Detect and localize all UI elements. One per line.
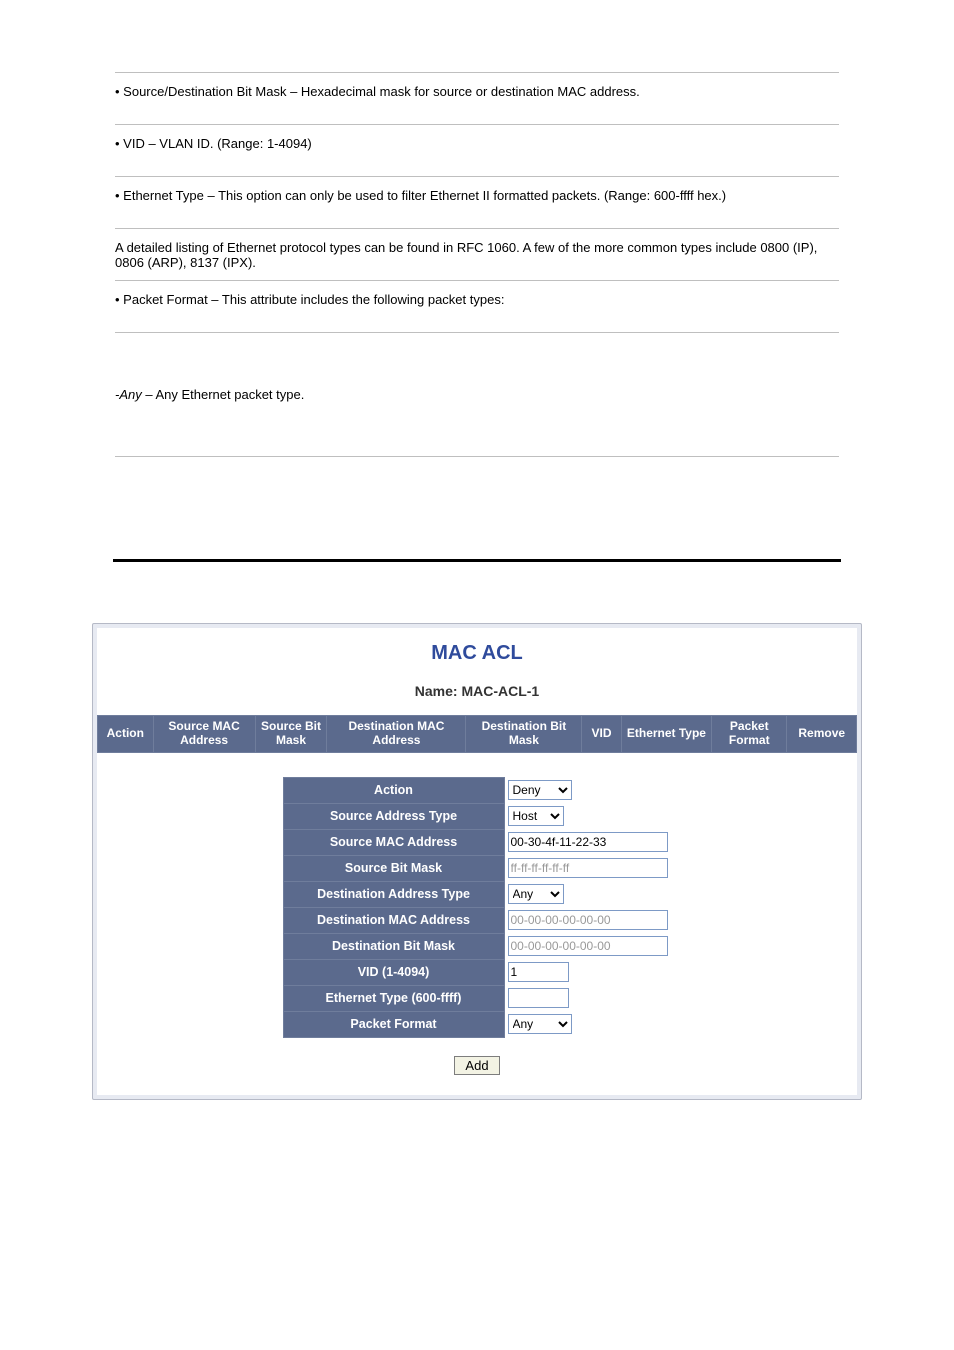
label-action: Action [283,777,504,803]
param-any: -Any – Any Ethernet packet type. [115,373,839,404]
row-text: A detailed listing of Ethernet protocol … [115,240,817,270]
label-src-mask: Source Bit Mask [283,855,504,881]
packet-format-select[interactable]: Any [508,1014,572,1034]
section-divider [113,559,841,563]
col-eth-type: Ethernet Type [621,716,711,753]
src-mask-input[interactable] [508,858,668,878]
col-src-mac: Source MAC Address [153,716,255,753]
mac-acl-figure: MAC ACL Name: MAC-ACL-1 Action Source MA… [92,623,862,1100]
text-row: • Source/Destination Bit Mask – Hexadeci… [115,72,839,124]
src-mac-input[interactable] [508,832,668,852]
text-row: • Packet Format – This attribute include… [115,280,839,332]
acl-header-table: Action Source MAC Address Source Bit Mas… [97,715,857,753]
label-src-mac: Source MAC Address [283,829,504,855]
label-src-type: Source Address Type [283,803,504,829]
vid-input[interactable] [508,962,569,982]
text-row: A detailed listing of Ethernet protocol … [115,228,839,280]
label-dst-type: Destination Address Type [283,881,504,907]
col-packet-format: Packet Format [712,716,787,753]
label-dst-mask: Destination Bit Mask [283,933,504,959]
figure-title: MAC ACL [97,642,857,665]
row-text: • Source/Destination Bit Mask – Hexadeci… [115,84,640,99]
row-text: • Packet Format – This attribute include… [115,292,504,307]
dst-mask-input[interactable] [508,936,668,956]
label-dst-mac: Destination MAC Address [283,907,504,933]
row-text: • Ethernet Type – This option can only b… [115,188,726,203]
label-eth-type: Ethernet Type (600-ffff) [283,985,504,1011]
text-row: • Ethernet Type – This option can only b… [115,176,839,228]
text-row-blank [115,456,839,497]
col-remove: Remove [787,716,857,753]
action-select[interactable]: Deny [508,780,572,800]
label-vid: VID (1-4094) [283,959,504,985]
row-text: • VID – VLAN ID. (Range: 1-4094) [115,136,312,151]
col-dst-mac: Destination MAC Address [327,716,466,753]
figure-subtitle: Name: MAC-ACL-1 [97,683,857,699]
dst-mac-input[interactable] [508,910,668,930]
col-action: Action [98,716,154,753]
text-row: • VID – VLAN ID. (Range: 1-4094) [115,124,839,176]
eth-type-input[interactable] [508,988,569,1008]
src-type-select[interactable]: Host [508,806,564,826]
label-packet-format: Packet Format [283,1011,504,1037]
col-vid: VID [582,716,621,753]
text-row-blank [115,332,839,373]
add-button[interactable]: Add [454,1056,499,1075]
col-dst-mask: Destination Bit Mask [466,716,582,753]
dst-type-select[interactable]: Any [508,884,564,904]
col-src-mask: Source Bit Mask [255,716,327,753]
acl-form-table: Action Deny Source Address Type Host Sou… [283,777,672,1038]
